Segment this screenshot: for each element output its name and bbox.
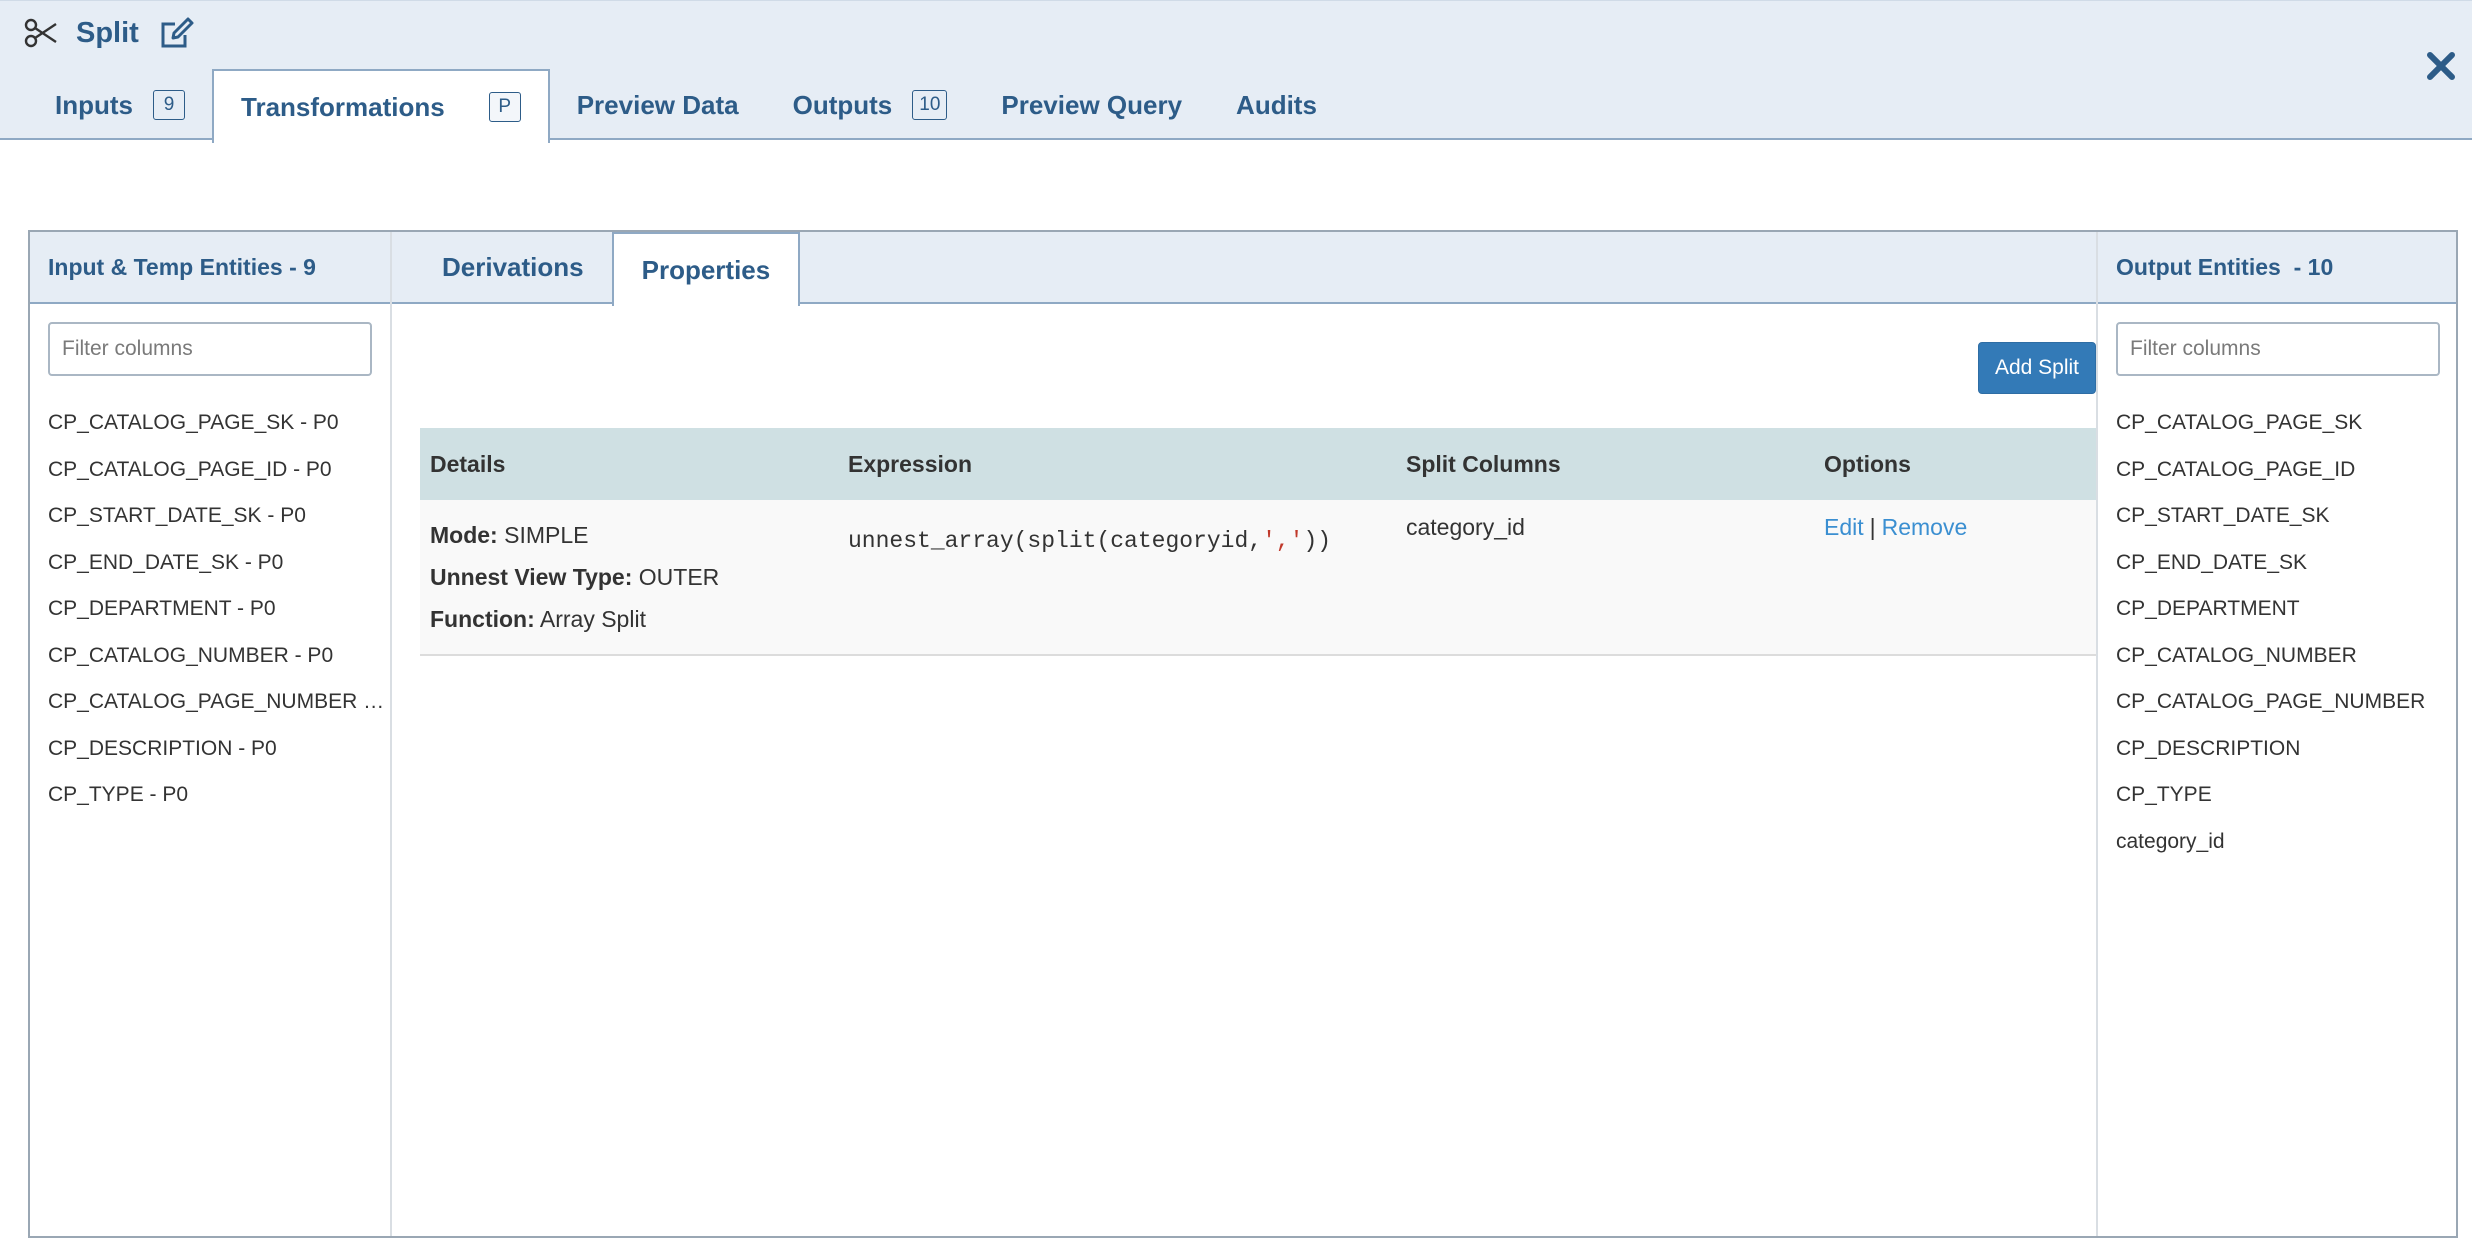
list-item[interactable]: CP_CATALOG_PAGE_ID <box>2098 447 2456 494</box>
list-item[interactable]: CP_CATALOG_PAGE_SK <box>2098 400 2456 447</box>
list-item[interactable]: CP_DEPARTMENT - P0 <box>30 586 390 633</box>
expression-string-literal: ',' <box>1262 528 1304 554</box>
list-item[interactable]: CP_DESCRIPTION - P0 <box>30 726 390 773</box>
column-header-expression: Expression <box>838 428 1396 500</box>
unnest-label: Unnest View Type: <box>430 564 633 590</box>
tab-transformations[interactable]: Transformations P <box>212 69 550 143</box>
list-item[interactable]: CP_CATALOG_PAGE_NUMBER - P0 <box>30 679 390 726</box>
expression-suffix: )) <box>1303 528 1332 554</box>
unnest-value: OUTER <box>638 564 720 590</box>
tab-inputs[interactable]: Inputs 9 <box>28 69 212 141</box>
title-row: Split <box>24 13 195 53</box>
output-entities-title: Output Entities - 10 <box>2098 232 2456 304</box>
properties-column: Derivations Properties Add Split Details… <box>392 232 2096 1236</box>
list-item[interactable]: CP_DEPARTMENT <box>2098 586 2456 633</box>
table-row: Mode: SIMPLE Unnest View Type: OUTER Fun… <box>420 500 2096 656</box>
tab-badge: P <box>488 92 521 122</box>
tab-label: Preview Data <box>576 89 739 120</box>
output-column-list: CP_CATALOG_PAGE_SK CP_CATALOG_PAGE_ID CP… <box>2098 400 2456 865</box>
edit-icon[interactable] <box>159 15 195 51</box>
page-title: Split <box>76 16 139 49</box>
function-line: Function: Array Split <box>430 598 828 640</box>
list-item[interactable]: CP_TYPE <box>2098 772 2456 819</box>
list-item[interactable]: CP_CATALOG_PAGE_NUMBER <box>2098 679 2456 726</box>
remove-link[interactable]: Remove <box>1882 514 1968 540</box>
input-entities-title: Input & Temp Entities - 9 <box>30 232 390 304</box>
list-item[interactable]: CP_END_DATE_SK <box>2098 540 2456 587</box>
unnest-line: Unnest View Type: OUTER <box>430 556 828 598</box>
tab-preview-query[interactable]: Preview Query <box>974 69 1209 141</box>
column-header-options: Options <box>1814 428 2096 500</box>
column-header-split-columns: Split Columns <box>1396 428 1814 500</box>
splits-table: Details Expression Split Columns Options… <box>420 428 2096 656</box>
tab-label: Inputs <box>55 89 133 120</box>
modal-header: Split Inputs 9 Transformations P Preview… <box>0 0 2472 143</box>
expression-prefix: unnest_array(split(categoryid, <box>848 528 1263 554</box>
options-separator: | <box>1869 514 1876 540</box>
list-item[interactable]: CP_DESCRIPTION <box>2098 726 2456 773</box>
tab-label: Preview Query <box>1001 89 1183 120</box>
transformations-panel: Input & Temp Entities - 9 CP_CATALOG_PAG… <box>28 230 2458 1238</box>
function-value: Array Split <box>539 606 646 632</box>
mode-line: Mode: SIMPLE <box>430 514 828 556</box>
function-label: Function: <box>430 606 535 632</box>
expression-cell: unnest_array(split(categoryid,',')) <box>838 500 1396 656</box>
details-cell: Mode: SIMPLE Unnest View Type: OUTER Fun… <box>420 500 838 656</box>
tab-label: Transformations <box>241 91 445 122</box>
main-tabs: Inputs 9 Transformations P Preview Data … <box>28 69 1344 143</box>
list-item[interactable]: CP_START_DATE_SK <box>2098 493 2456 540</box>
column-header-details: Details <box>420 428 838 500</box>
list-item[interactable]: CP_TYPE - P0 <box>30 772 390 819</box>
tab-derivations[interactable]: Derivations <box>414 232 612 302</box>
list-item[interactable]: CP_CATALOG_NUMBER <box>2098 633 2456 680</box>
tab-properties[interactable]: Properties <box>611 232 801 306</box>
sub-tabs: Derivations Properties <box>392 232 2096 306</box>
expression-code: unnest_array(split(categoryid,',')) <box>848 528 1386 554</box>
input-entities-column: Input & Temp Entities - 9 CP_CATALOG_PAG… <box>30 232 392 1236</box>
mode-label: Mode: <box>430 522 498 548</box>
list-item[interactable]: CP_CATALOG_PAGE_ID - P0 <box>30 447 390 494</box>
edit-link[interactable]: Edit <box>1824 514 1864 540</box>
options-cell: Edit | Remove <box>1814 500 2096 656</box>
close-icon[interactable] <box>2424 49 2458 83</box>
input-column-list: CP_CATALOG_PAGE_SK - P0 CP_CATALOG_PAGE_… <box>30 400 390 819</box>
list-item[interactable]: CP_CATALOG_PAGE_SK - P0 <box>30 400 390 447</box>
list-item[interactable]: category_id <box>2098 819 2456 866</box>
output-entities-column: Output Entities - 10 CP_CATALOG_PAGE_SK … <box>2096 232 2456 1236</box>
split-column-value: category_id <box>1406 514 1525 540</box>
scissors-icon <box>24 16 58 50</box>
tab-badge: 10 <box>912 90 948 120</box>
tab-preview-data[interactable]: Preview Data <box>550 69 766 141</box>
mode-value: SIMPLE <box>504 522 589 548</box>
split-columns-cell: category_id <box>1396 500 1814 656</box>
table-header-row: Details Expression Split Columns Options <box>420 428 2096 500</box>
list-item[interactable]: CP_END_DATE_SK - P0 <box>30 540 390 587</box>
input-filter-input[interactable] <box>48 322 372 376</box>
tab-label: Outputs <box>792 89 893 120</box>
add-split-button[interactable]: Add Split <box>1978 342 2096 394</box>
tab-label: Audits <box>1236 89 1317 120</box>
list-item[interactable]: CP_CATALOG_NUMBER - P0 <box>30 633 390 680</box>
tab-badge: 9 <box>153 90 185 120</box>
tab-outputs[interactable]: Outputs 10 <box>766 69 975 141</box>
list-item[interactable]: CP_START_DATE_SK - P0 <box>30 493 390 540</box>
tab-audits[interactable]: Audits <box>1209 69 1344 141</box>
output-filter-input[interactable] <box>2116 322 2440 376</box>
